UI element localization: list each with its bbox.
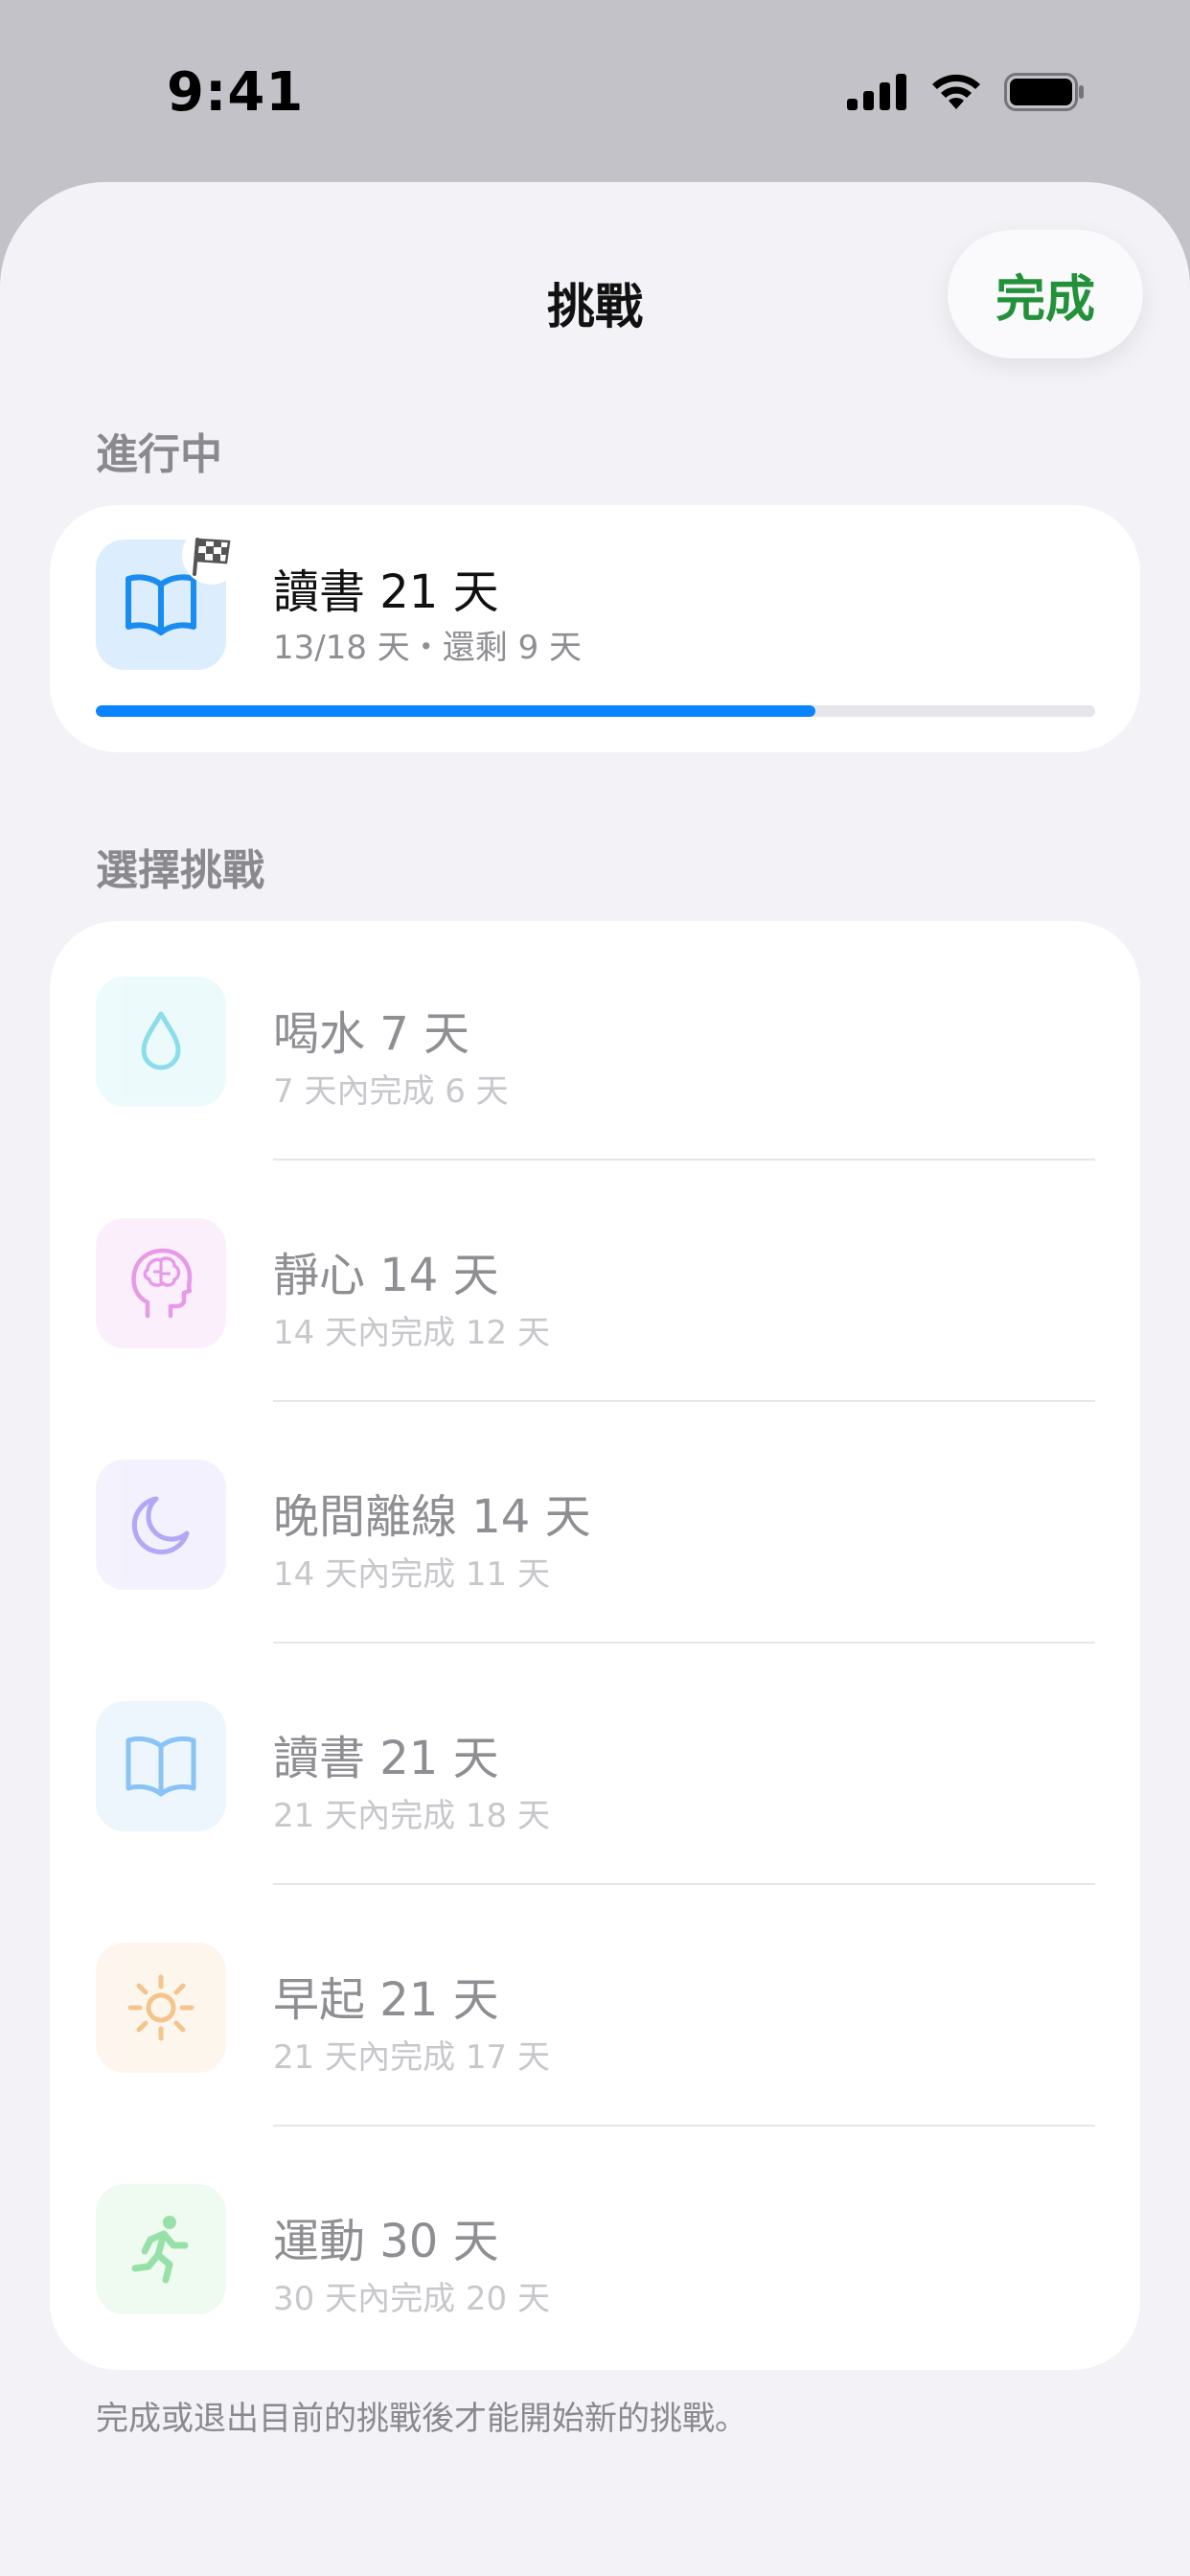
challenge-row-reading[interactable]: 讀書 21 天 21 天內完成 18 天 <box>50 1645 1140 1887</box>
challenge-subtitle: 14 天內完成 12 天 <box>273 1314 550 1352</box>
section-header-choose: 選擇挑戰 <box>96 846 264 895</box>
brain-head-icon <box>131 1248 193 1319</box>
row-divider <box>273 1400 1095 1402</box>
book-icon <box>126 1736 196 1797</box>
challenge-icon-box <box>96 1701 226 1831</box>
row-divider <box>273 1883 1095 1885</box>
book-icon <box>126 574 196 635</box>
challenge-subtitle: 21 天內完成 18 天 <box>273 1797 550 1835</box>
footer-note: 完成或退出目前的挑戰後才能開始新的挑戰。 <box>96 2400 747 2438</box>
running-figure-icon <box>131 2216 189 2284</box>
moon-icon <box>131 1496 190 1554</box>
row-divider <box>273 1159 1095 1161</box>
status-time: 9:41 <box>167 61 305 124</box>
battery-icon <box>1004 73 1084 111</box>
challenge-title: 喝水 7 天 <box>273 1007 470 1061</box>
challenge-subtitle: 14 天內完成 11 天 <box>273 1555 550 1594</box>
status-bar: 9:41 <box>0 0 1190 182</box>
row-divider <box>273 1642 1095 1644</box>
progress-fill <box>96 705 815 717</box>
active-challenge-subtitle: 13/18 天・還剩 9 天 <box>273 629 583 667</box>
water-drop-icon <box>141 1011 181 1070</box>
challenge-title: 運動 30 天 <box>273 2215 499 2268</box>
challenge-subtitle: 30 天內完成 20 天 <box>273 2280 550 2318</box>
challenge-subtitle: 21 天內完成 17 天 <box>273 2038 550 2077</box>
challenge-icon-box <box>96 1460 226 1590</box>
active-challenge-title: 讀書 21 天 <box>273 565 499 619</box>
challenge-icon-box <box>96 2184 226 2314</box>
status-icons <box>847 73 1085 111</box>
challenge-title: 讀書 21 天 <box>273 1732 499 1785</box>
challenge-row-evening-offline[interactable]: 晚間離線 14 天 14 天內完成 11 天 <box>50 1404 1140 1645</box>
challenge-subtitle: 7 天內完成 6 天 <box>273 1072 509 1111</box>
challenge-icon-box <box>96 977 226 1107</box>
done-button[interactable]: 完成 <box>948 230 1143 358</box>
challenge-title: 晚間離線 14 天 <box>273 1490 591 1544</box>
flag-badge <box>182 525 241 585</box>
wifi-icon <box>932 74 980 109</box>
cellular-signal-icon <box>847 74 906 110</box>
checkered-flag-icon <box>193 538 231 576</box>
challenge-row-early-rise[interactable]: 早起 21 天 21 天內完成 17 天 <box>50 1887 1140 2128</box>
challenge-icon-box <box>96 1943 226 2073</box>
row-divider <box>273 2125 1095 2127</box>
active-challenge-progress <box>96 705 1095 717</box>
section-header-active: 進行中 <box>96 430 222 479</box>
challenge-row-meditation[interactable]: 靜心 14 天 14 天內完成 12 天 <box>50 1162 1140 1404</box>
challenge-title: 靜心 14 天 <box>273 1249 499 1302</box>
sun-icon <box>127 1974 195 2041</box>
challenge-row-water[interactable]: 喝水 7 天 7 天內完成 6 天 <box>50 921 1140 1162</box>
challenge-title: 早起 21 天 <box>273 1973 499 2027</box>
challenge-icon-box <box>96 1218 226 1348</box>
challenge-row-exercise[interactable]: 運動 30 天 30 天內完成 20 天 <box>50 2128 1140 2370</box>
